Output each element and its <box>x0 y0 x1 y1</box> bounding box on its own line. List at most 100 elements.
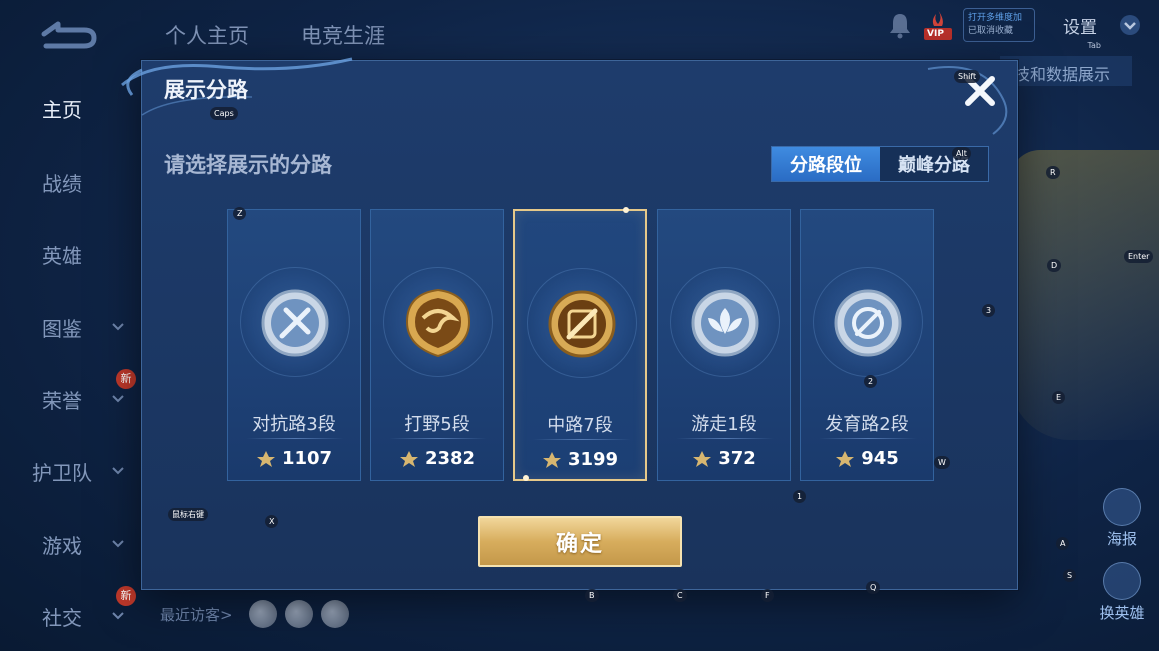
tab-esports-career[interactable]: 电竞生涯 <box>301 20 385 50</box>
selection-sparkle <box>623 207 629 213</box>
dialog-subtitle: 请选择展示的分路 <box>164 153 332 177</box>
key-hint-1: 1 <box>793 490 807 503</box>
lane-name: 游走1段 <box>691 414 757 435</box>
chevron-down-icon <box>112 612 124 620</box>
switch-hero-label: 换英雄 <box>1099 604 1145 622</box>
sidebar-item-label: 图鉴 <box>42 317 82 341</box>
dialog-title: 展示分路 <box>164 78 248 102</box>
key-hint-s: S <box>1063 569 1077 582</box>
key-hint-d: D <box>1047 259 1062 272</box>
poster-icon <box>1103 488 1141 526</box>
switch-hero-button[interactable]: 换英雄 <box>1092 562 1152 623</box>
avatar[interactable] <box>320 600 349 628</box>
lane-name: 打野5段 <box>404 414 470 435</box>
chevron-down-icon <box>112 540 124 548</box>
tab-peak-lane[interactable]: 巅峰分路 <box>880 147 988 181</box>
chevron-down-icon <box>112 323 124 331</box>
sidebar-item-games[interactable]: 游戏 <box>0 524 140 564</box>
divider <box>676 438 774 439</box>
sidebar-item-label: 护卫队 <box>32 461 92 485</box>
hero-art <box>1010 150 1159 440</box>
sidebar-item-label: 主页 <box>42 98 82 122</box>
recent-visitors-label: 最近访客> <box>160 605 233 624</box>
settings-key-hint: Tab <box>1087 40 1101 50</box>
key-hint-f: F <box>761 589 774 602</box>
sidebar-item-social[interactable]: 社交 新 <box>0 586 140 636</box>
key-hint-alt: Alt <box>952 147 971 160</box>
lane-card-farm[interactable]: 发育路2段 945 <box>800 209 934 481</box>
key-hint-c: C <box>673 589 687 602</box>
lane-score: 3199 <box>515 449 645 470</box>
key-hint-2: 2 <box>864 375 878 388</box>
bell-icon[interactable] <box>887 11 913 39</box>
favorite-status-box[interactable]: 打开多维度加 已取消收藏 <box>963 8 1035 42</box>
clash-lane-emblem-icon <box>261 289 329 357</box>
sidebar-item-label: 英雄 <box>42 244 82 268</box>
key-hint-enter: Enter <box>1124 250 1154 263</box>
chevron-down-icon <box>112 467 124 475</box>
key-hint-e: E <box>1052 391 1066 404</box>
lane-score-value: 2382 <box>424 448 476 469</box>
lane-card-mid[interactable]: 中路7段 3199 <box>513 207 647 481</box>
key-hint-q: Q <box>866 581 881 594</box>
key-hint-a: A <box>1056 537 1070 550</box>
sidebar-item-collection[interactable]: 图鉴 <box>0 307 140 347</box>
vip-badge[interactable]: VIP <box>923 8 953 42</box>
lane-score-value: 372 <box>718 448 756 469</box>
key-hint-r: R <box>1046 166 1060 179</box>
vip-label: VIP <box>927 29 944 39</box>
avatar[interactable] <box>284 600 313 628</box>
lane-score-value: 945 <box>861 448 899 469</box>
sidebar-item-label: 社交 <box>42 606 82 630</box>
new-badge: 新 <box>116 369 136 389</box>
key-hint-b: B <box>585 589 599 602</box>
key-hint-shift: Shift <box>954 70 981 83</box>
roam-emblem-icon <box>691 289 759 357</box>
tab-profile[interactable]: 个人主页 <box>165 20 249 50</box>
divider <box>819 438 917 439</box>
rank-score-icon <box>693 450 712 467</box>
sidebar-item-heroes[interactable]: 英雄 <box>0 234 140 274</box>
sidebar-item-guard[interactable]: 护卫队 <box>0 451 140 491</box>
lane-score-value: 1107 <box>281 448 333 469</box>
settings-label: 设置 <box>1063 17 1097 38</box>
rank-score-icon <box>256 450 275 467</box>
lane-score-value: 3199 <box>567 449 619 470</box>
farm-lane-emblem-icon <box>834 289 902 357</box>
lane-card-roam[interactable]: 游走1段 372 <box>657 209 791 481</box>
back-arrow-icon[interactable] <box>36 18 98 52</box>
poster-button[interactable]: 海报 <box>1092 488 1152 549</box>
chevron-down-icon[interactable] <box>1119 14 1141 36</box>
key-hint-w: W <box>934 456 950 469</box>
rank-score-icon <box>836 450 855 467</box>
lane-card-clash[interactable]: 对抗路3段 1107 <box>227 209 361 481</box>
key-hint-3: 3 <box>982 304 996 317</box>
avatar[interactable] <box>248 600 277 628</box>
sidebar-item-honor[interactable]: 荣誉 新 <box>0 369 140 419</box>
sidebar-item-records[interactable]: 战绩 <box>0 162 140 202</box>
recent-visitors[interactable]: 最近访客> <box>160 600 349 628</box>
key-hint-mouse: 鼠标右键 <box>168 508 208 521</box>
settings-button[interactable]: 设置 Tab <box>1063 13 1101 50</box>
lane-score: 945 <box>801 448 933 469</box>
chevron-down-icon <box>112 395 124 403</box>
mid-lane-emblem-icon <box>548 290 616 358</box>
lane-display-dialog: 展示分路 请选择展示的分路 分路段位 巅峰分路 对抗路3段 1107 打野5段 … <box>121 57 1018 590</box>
lane-score: 2382 <box>371 448 503 469</box>
selection-sparkle <box>523 475 529 481</box>
divider <box>389 438 487 439</box>
divider <box>246 438 344 439</box>
lane-name: 中路7段 <box>547 415 613 436</box>
title-swirl-decoration <box>121 57 353 116</box>
tab-lane-rank[interactable]: 分路段位 <box>772 147 880 181</box>
rank-score-icon <box>542 451 561 468</box>
fw-line-1: 打开多维度加 <box>968 13 1023 23</box>
confirm-button[interactable]: 确定 <box>478 516 682 567</box>
jungle-emblem-icon <box>405 288 471 358</box>
switch-hero-icon <box>1103 562 1141 600</box>
lane-name: 对抗路3段 <box>252 414 336 435</box>
sidebar-item-label: 游戏 <box>42 534 82 558</box>
new-badge: 新 <box>116 586 136 606</box>
fw-line-2: 已取消收藏 <box>968 26 1014 36</box>
lane-card-jungle[interactable]: 打野5段 2382 <box>370 209 504 481</box>
